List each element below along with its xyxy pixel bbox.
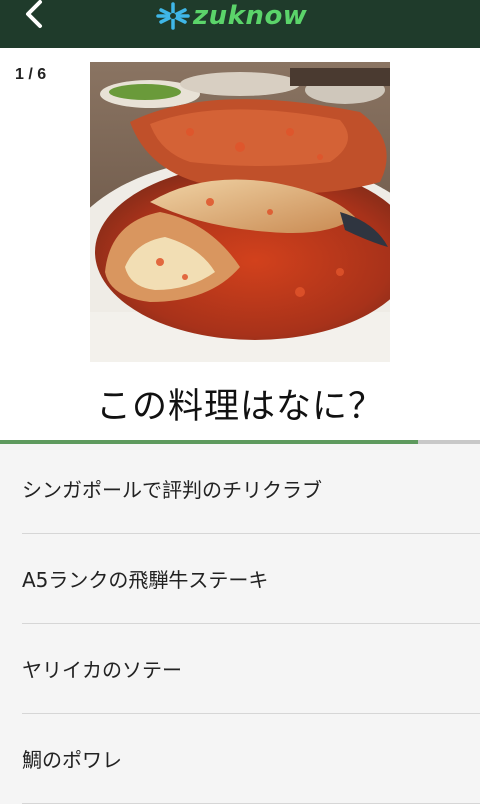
back-button[interactable]	[18, 0, 58, 30]
answer-label: ヤリイカのソテー	[22, 658, 182, 682]
logo-text: zuknow	[193, 1, 308, 31]
answer-label: シンガポールで評判のチリクラブ	[22, 478, 322, 502]
app-logo: zuknow	[155, 0, 307, 32]
dish-photo	[90, 62, 390, 362]
answer-option-4[interactable]: 鯛のポワレ	[22, 714, 480, 804]
chevron-left-icon	[26, 0, 42, 28]
answer-option-1[interactable]: シンガポールで評判のチリクラブ	[22, 444, 480, 534]
logo-burst-icon	[156, 2, 190, 30]
question-text: この料理はなに？	[95, 387, 384, 427]
answer-label: 鯛のポワレ	[22, 748, 122, 772]
answer-list: シンガポールで評判のチリクラブ A5ランクの飛騨牛ステーキ ヤリイカのソテー 鯛…	[0, 444, 480, 804]
answer-option-2[interactable]: A5ランクの飛騨牛ステーキ	[22, 534, 480, 624]
answer-option-3[interactable]: ヤリイカのソテー	[22, 624, 480, 714]
question-counter: 1 / 6	[15, 66, 47, 83]
top-bar: zuknow	[0, 0, 480, 48]
answer-label: A5ランクの飛騨牛ステーキ	[22, 568, 269, 592]
